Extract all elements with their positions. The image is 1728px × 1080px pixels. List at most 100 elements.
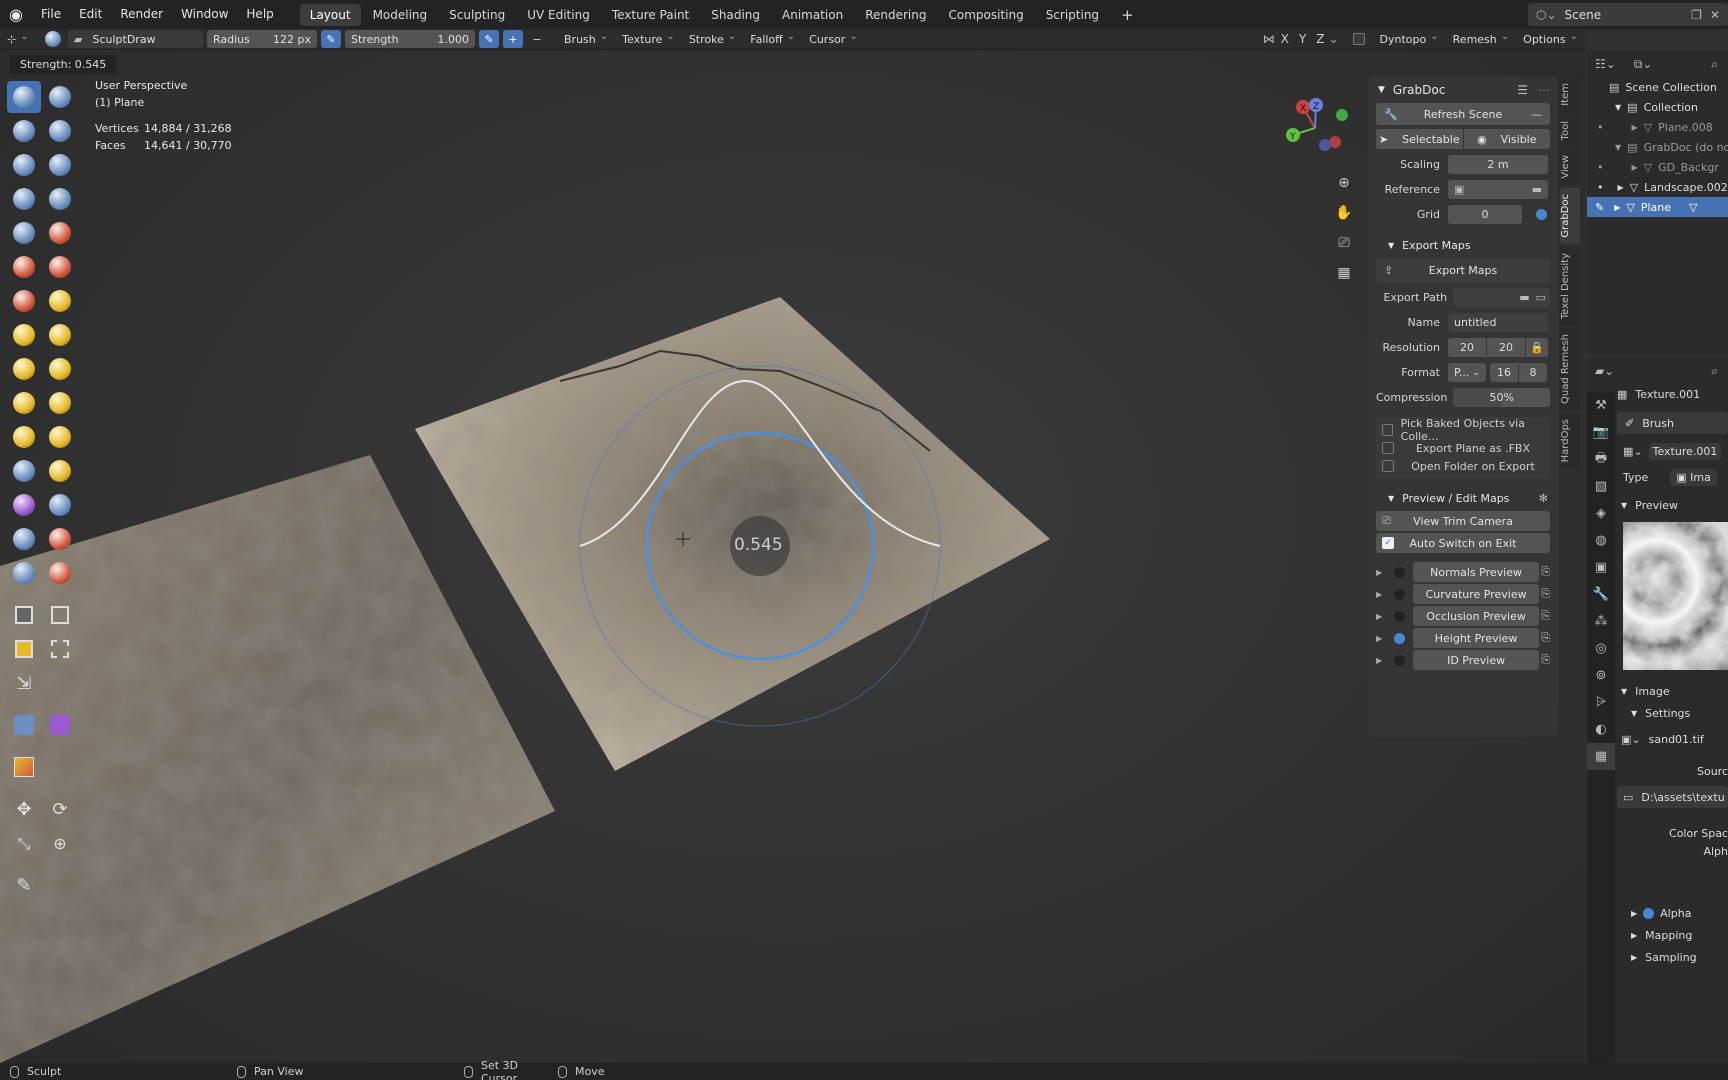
export-map-icon[interactable]: ⎘ (1541, 653, 1550, 667)
height-preview-button[interactable]: Height Preview (1413, 628, 1540, 648)
settings-section[interactable]: ▼ Settings (1617, 702, 1728, 724)
mesh-filter-tool[interactable] (7, 709, 41, 741)
direction-add-button[interactable]: + (503, 30, 523, 48)
filepath-field[interactable]: ▭ D:\assets\textu (1617, 786, 1728, 808)
export-maps-button[interactable]: ⇪ Export Maps (1376, 258, 1550, 282)
tab-view[interactable]: View (1560, 149, 1580, 185)
crease-tool[interactable] (43, 183, 77, 215)
auto-switch-on-exit-toggle[interactable]: ✓ Auto Switch on Exit (1376, 533, 1550, 553)
id-preview-dot[interactable] (1394, 654, 1405, 666)
image-file-selector[interactable]: ▣⌄ sand01.tif (1617, 728, 1728, 750)
alpha-subpanel[interactable]: ▶ Alpha (1617, 902, 1728, 924)
smooth-tool[interactable] (7, 217, 41, 249)
brush-context-button[interactable]: ✐ Brush (1617, 412, 1728, 434)
draw-face-sets-tool[interactable] (7, 523, 41, 555)
cloth-tool[interactable] (43, 455, 77, 487)
tab-texture-paint[interactable]: Texture Paint (602, 4, 699, 26)
material-tab-icon[interactable]: ◐ (1587, 716, 1615, 743)
slide-relax-tool[interactable] (43, 421, 77, 453)
data-tab-icon[interactable]: ⩥ (1587, 689, 1615, 716)
axis-z-toggle[interactable]: Z (1316, 32, 1324, 46)
options-dropdown[interactable]: Options (1516, 33, 1585, 46)
scene-tab-icon[interactable]: ◈ (1587, 500, 1615, 527)
refresh-scene-button[interactable]: 🔧 Refresh Scene — (1376, 103, 1550, 125)
flatten-tool[interactable] (43, 217, 77, 249)
tab-tool[interactable]: Tool (1560, 114, 1580, 147)
constraints-tab-icon[interactable]: ⊚ (1587, 662, 1615, 689)
drag-handle-icon[interactable]: ⋯ (1538, 83, 1550, 97)
multiplane-scrape-tool[interactable] (7, 285, 41, 317)
tab-hardops[interactable]: HardOps (1560, 412, 1580, 469)
search-icon[interactable]: ⌕ (1711, 57, 1718, 72)
format-dropdown[interactable]: P... ⌄ (1448, 363, 1486, 382)
camera-view-icon[interactable]: ⎚ (1331, 230, 1357, 256)
open-folder-option[interactable]: Open Folder on Export (1382, 457, 1544, 475)
multires-smear-tool[interactable] (7, 557, 41, 589)
direction-subtract-button[interactable]: − (527, 30, 547, 48)
navigation-gizmo[interactable]: X Z Y (1285, 95, 1355, 163)
grid-toggle[interactable] (1536, 209, 1547, 220)
add-workspace-button[interactable]: + (1111, 4, 1144, 26)
box-face-set-tool[interactable] (7, 633, 41, 665)
outliner-item-scene-collection[interactable]: ▤ Scene Collection (1587, 77, 1728, 97)
copy-icon[interactable]: ❐ (1691, 8, 1702, 22)
elastic-deform-tool[interactable] (43, 319, 77, 351)
editor-type-dropdown[interactable]: ⊹ (0, 33, 42, 46)
occlusion-preview-button[interactable]: Occlusion Preview (1413, 606, 1540, 626)
lock-icon[interactable]: 🔒 (1526, 338, 1548, 357)
expand-arrow-icon[interactable]: ▶ (1376, 568, 1394, 577)
id-preview-button[interactable]: ID Preview (1413, 650, 1540, 670)
box-mask-tool[interactable] (7, 599, 41, 631)
resolution-y-field[interactable]: 20 (1487, 338, 1525, 357)
menu-edit[interactable]: Edit (70, 0, 111, 29)
clay-tool[interactable] (7, 115, 41, 147)
perspective-grid-icon[interactable]: ▦ (1331, 260, 1357, 286)
axis-y-toggle[interactable]: Y (1299, 32, 1306, 46)
tab-layout[interactable]: Layout (299, 3, 361, 26)
tab-modeling[interactable]: Modeling (363, 4, 438, 26)
strength-pressure-icon[interactable]: ✎ (479, 30, 499, 48)
brush-name-field[interactable]: ▰ SculptDraw (68, 30, 203, 48)
reference-field[interactable]: ▣ ▬ (1448, 180, 1548, 199)
menu-help[interactable]: Help (237, 0, 282, 29)
normals-preview-dot[interactable] (1394, 566, 1405, 578)
falloff-dropdown[interactable]: Falloff (743, 33, 802, 46)
draw-brush-tool[interactable] (7, 81, 41, 113)
object-tab-icon[interactable]: ▣ (1587, 554, 1615, 581)
transform-tool[interactable]: ⊕ (43, 827, 77, 859)
menu-render[interactable]: Render (111, 0, 172, 29)
close-icon[interactable]: ✕ (1710, 8, 1720, 22)
occlusion-preview-dot[interactable] (1394, 610, 1405, 622)
grab-tool[interactable] (7, 319, 41, 351)
scale-tool[interactable]: ⤡ (7, 828, 41, 860)
preview-section[interactable]: ▼ Preview (1617, 494, 1728, 516)
outliner-item-grabdoc[interactable]: ▼ ▤ GrabDoc (do no (1587, 137, 1728, 157)
tab-sculpting[interactable]: Sculpting (439, 4, 515, 26)
scene-selector[interactable]: ⬡⌄ Scene ❐ ✕ (1528, 3, 1728, 26)
box-hide-tool[interactable] (43, 599, 77, 631)
outliner-item-landscape-002[interactable]: • ▶ ▽ Landscape.002 (1587, 177, 1728, 197)
nudge-tool[interactable] (43, 387, 77, 419)
tab-compositing[interactable]: Compositing (938, 4, 1033, 26)
tab-shading[interactable]: Shading (701, 4, 770, 26)
particles-tab-icon[interactable]: ⁂ (1587, 608, 1615, 635)
color-filter-tool[interactable] (7, 751, 41, 783)
tab-quad-remesh[interactable]: Quad Remesh (1560, 327, 1580, 410)
pick-baked-objects-option[interactable]: Pick Baked Objects via Colle... (1382, 417, 1544, 443)
pinch-tool[interactable] (43, 285, 77, 317)
line-project-tool[interactable]: ⇲ (7, 667, 41, 699)
mapping-subpanel[interactable]: ▶ Mapping (1617, 924, 1728, 946)
height-preview-dot[interactable] (1394, 632, 1405, 644)
scaling-field[interactable]: 2 m (1448, 155, 1548, 174)
selectable-toggle[interactable]: ➤ Selectable (1376, 129, 1463, 149)
texture-name-row[interactable]: ▦ Texture.001 (1617, 380, 1728, 408)
physics-tab-icon[interactable]: ◎ (1587, 635, 1615, 662)
resolution-x-field[interactable]: 20 (1448, 338, 1486, 357)
list-icon[interactable]: ☰ (1517, 83, 1528, 97)
export-map-icon[interactable]: ⎘ (1541, 609, 1550, 623)
dyntopo-dropdown[interactable]: Dyntopo (1373, 33, 1446, 46)
thumb-tool[interactable] (43, 353, 77, 385)
bit-depth-8-button[interactable]: 8 (1519, 363, 1547, 382)
strength-field[interactable]: Strength 1.000 (345, 30, 475, 48)
search-icon[interactable]: ⌕ (1711, 364, 1718, 379)
